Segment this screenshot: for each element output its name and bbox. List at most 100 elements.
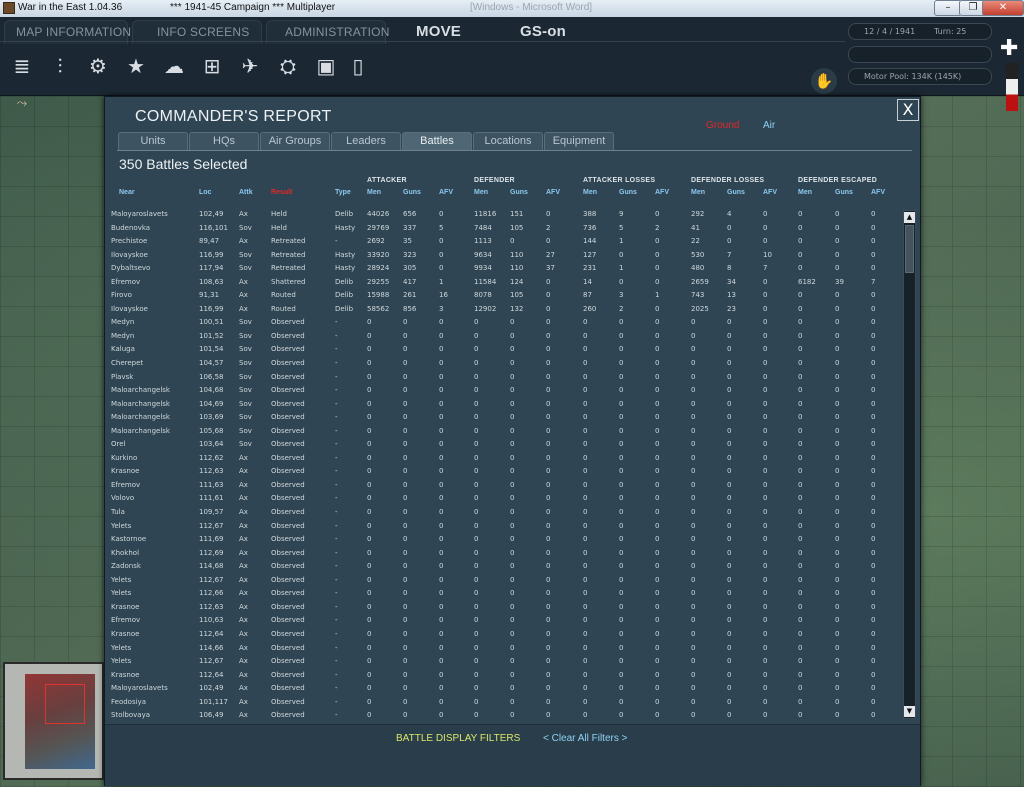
table-row[interactable]: Cherepet 104,57 Sov Observed - 0 0 0 0 0 0 0 0 0 0 0 0 0 0… <box>105 357 900 371</box>
table-scrollbar[interactable]: ▲ ▼ <box>903 210 916 719</box>
table-row[interactable]: Tula 109,57 Ax Observed - 0 0 0 0 0 0 0 0 0 0 0 0 0 0 0 <box>105 506 900 520</box>
table-row[interactable]: Krasnoe 112,64 Ax Observed - 0 0 0 0 0 0 0 0 0 0 0 0 0 0 0 <box>105 628 900 642</box>
table-row[interactable]: Maloarchangelsk 104,69 Sov Observed - 0 0 0 0 0 0 0… <box>105 398 900 412</box>
table-row[interactable]: Ilovayskoe 116,99 Ax Routed Delib 58562 856 3 12… <box>105 303 900 317</box>
air-toggle[interactable]: Air <box>763 120 775 131</box>
menu-info-screens[interactable]: INFO SCREENS <box>157 25 249 39</box>
col-header-result[interactable]: Result <box>271 189 292 196</box>
table-row[interactable]: Maloarchangelsk 104,68 Sov Observed - 0 0 0 0 0 0 0… <box>105 384 900 398</box>
doc-icon[interactable]: ▯ <box>344 52 372 80</box>
table-row[interactable]: Firovo 91,31 Ax Routed Delib 15988 261 16 8078 10… <box>105 289 900 303</box>
report-close-button[interactable]: X <box>897 99 919 121</box>
path-icon[interactable]: ⤳ <box>10 96 34 116</box>
col-header-defl-afv[interactable]: AFV <box>763 189 777 196</box>
window-close-button[interactable]: ✕ <box>982 0 1024 16</box>
col-header-att-guns[interactable]: Guns <box>403 189 421 196</box>
col-header-attl-guns[interactable]: Guns <box>619 189 637 196</box>
col-header-defl-men[interactable]: Men <box>691 189 705 196</box>
table-row[interactable]: Kaluga 101,54 Sov Observed - 0 0 0 0 0 0 0 0 0 0 0 0 0 0 0 <box>105 343 900 357</box>
scroll-thumb[interactable] <box>905 225 914 273</box>
col-header-esc-guns[interactable]: Guns <box>835 189 853 196</box>
table-row[interactable]: Krasnoe 112,64 Ax Observed - 0 0 0 0 0 0 0 0 0 0 0 0 0 0 0 <box>105 669 900 683</box>
table-row[interactable]: Prechistoe 89,47 Ax Retreated - 2692 35 0 1113 0 0… <box>105 235 900 249</box>
table-row[interactable]: Yelets 114,66 Ax Observed - 0 0 0 0 0 0 0 0 0 0 0 0 0 0 0 <box>105 642 900 656</box>
air-icon[interactable]: ✈ <box>236 52 264 80</box>
tab-equipment[interactable]: Equipment <box>544 132 614 150</box>
star-icon[interactable]: ★ <box>122 52 150 80</box>
table-row[interactable]: Krasnoe 112,63 Ax Observed - 0 0 0 0 0 0 0 0 0 0 0 0 0 0 0 <box>105 465 900 479</box>
table-row[interactable]: Yelets 112,66 Ax Observed - 0 0 0 0 0 0 0 0 0 0 0 0 0 0 0 <box>105 587 900 601</box>
table-row[interactable]: Yelets 112,67 Ax Observed - 0 0 0 0 0 0 0 0 0 0 0 0 0 0 0 <box>105 520 900 534</box>
clear-all-filters-button[interactable]: < Clear All Filters > <box>543 733 627 744</box>
col-header-att-afv[interactable]: AFV <box>439 189 453 196</box>
col-header-attl-afv[interactable]: AFV <box>655 189 669 196</box>
mode-label[interactable]: MOVE <box>416 23 461 40</box>
cell-esc-afv: 0 <box>871 535 876 544</box>
cell-attk: Sov <box>239 264 252 273</box>
table-row[interactable]: Volovo 111,61 Ax Observed - 0 0 0 0 0 0 0 0 0 0 0 0 0 0 0 <box>105 492 900 506</box>
table-row[interactable]: Kastornoe 111,69 Ax Observed - 0 0 0 0 0 0 0 0 0 0 0 0 0 0… <box>105 533 900 547</box>
table-row[interactable]: Dybaltsevo 117,94 Sov Retreated Hasty 28924 30… <box>105 262 900 276</box>
unit-bars-icon[interactable]: ⫶ <box>46 52 74 80</box>
col-header-att-men[interactable]: Men <box>367 189 381 196</box>
table-row[interactable]: Orel 103,64 Sov Observed - 0 0 0 0 0 0 0 0 0 0 0 0 0 0 0 <box>105 438 900 452</box>
table-row[interactable]: Plavsk 106,58 Sov Observed - 0 0 0 0 0 0 0 0 0 0 0 0 0 0 0 <box>105 371 900 385</box>
col-header-def-men[interactable]: Men <box>474 189 488 196</box>
col-header-near[interactable]: Near <box>119 189 135 196</box>
minimap[interactable] <box>3 662 104 780</box>
col-header-attk[interactable]: Attk <box>239 189 253 196</box>
tab-units[interactable]: Units <box>118 132 188 150</box>
table-row[interactable]: Budenovka 116,101 Sov Held Hasty 29769 337 5 748… <box>105 222 900 236</box>
gs-toggle[interactable]: GS-on <box>520 23 566 40</box>
table-row[interactable]: Efremov 110,63 Ax Observed - 0 0 0 0 0 0 0 0 0 0 0 0 0 0 0 <box>105 614 900 628</box>
cell-esc-men: 0 <box>798 372 803 381</box>
cell-esc-afv: 0 <box>871 467 876 476</box>
col-header-attl-men[interactable]: Men <box>583 189 597 196</box>
table-row[interactable]: Kurkino 112,62 Ax Observed - 0 0 0 0 0 0 0 0 0 0 0 0 0 0 0 <box>105 452 900 466</box>
rail-icon[interactable]: ⛭ <box>274 52 302 80</box>
battle-display-filters-button[interactable]: BATTLE DISPLAY FILTERS <box>396 733 520 744</box>
table-row[interactable]: Ilovayskoe 116,99 Sov Retreated Hasty 33920 32… <box>105 249 900 263</box>
menu-administration[interactable]: ADMINISTRATION <box>285 25 390 39</box>
gear-icon[interactable]: ⚙ <box>84 52 112 80</box>
col-header-def-guns[interactable]: Guns <box>510 189 528 196</box>
table-row[interactable]: Yelets 112,67 Ax Observed - 0 0 0 0 0 0 0 0 0 0 0 0 0 0 0 <box>105 574 900 588</box>
table-row[interactable]: Maloarchangelsk 103,69 Sov Observed - 0 0 0 0 0 0 0… <box>105 411 900 425</box>
scroll-down-button[interactable]: ▼ <box>904 706 915 717</box>
tab-battles[interactable]: Battles <box>402 132 472 150</box>
tab-leaders[interactable]: Leaders <box>331 132 401 150</box>
supply-icon[interactable]: ▣ <box>312 52 340 80</box>
minimize-button[interactable]: – <box>934 0 962 16</box>
hand-icon[interactable]: ✋ <box>811 68 837 94</box>
tab-hqs[interactable]: HQs <box>189 132 259 150</box>
grid-icon[interactable]: ⊞ <box>198 52 226 80</box>
table-row[interactable]: Maloyaroslavets 102,49 Ax Held Delib 44026 656… <box>105 208 900 222</box>
table-row[interactable]: Yelets 112,67 Ax Observed - 0 0 0 0 0 0 0 0 0 0 0 0 0 0 0 <box>105 655 900 669</box>
tab-locations[interactable]: Locations <box>473 132 543 150</box>
table-row[interactable]: Maloarchangelsk 105,68 Sov Observed - 0 0 0 0 0 0 0… <box>105 425 900 439</box>
col-header-defl-guns[interactable]: Guns <box>727 189 745 196</box>
table-row[interactable]: Khokhol 112,69 Ax Observed - 0 0 0 0 0 0 0 0 0 0 0 0 0 0 0 <box>105 547 900 561</box>
layers-icon[interactable]: ≣ <box>8 52 36 80</box>
col-header-def-afv[interactable]: AFV <box>546 189 560 196</box>
table-row[interactable]: Zadonsk 114,68 Ax Observed - 0 0 0 0 0 0 0 0 0 0 0 0 0 0 0 <box>105 560 900 574</box>
table-row[interactable]: Medyn 100,51 Sov Observed - 0 0 0 0 0 0 0 0 0 0 0 0 0 0 0 <box>105 316 900 330</box>
table-row[interactable]: Maloyaroslavets 102,49 Ax Observed - 0 0 0 0 0 0 0 0… <box>105 682 900 696</box>
col-header-esc-afv[interactable]: AFV <box>871 189 885 196</box>
minimap-viewport[interactable] <box>45 684 85 724</box>
col-header-loc[interactable]: Loc <box>199 189 211 196</box>
table-row[interactable]: Medyn 101,52 Sov Observed - 0 0 0 0 0 0 0 0 0 0 0 0 0 0 0 <box>105 330 900 344</box>
cell-def-guns: 0 <box>510 372 515 381</box>
ground-toggle[interactable]: Ground <box>706 120 739 131</box>
table-row[interactable]: Efremov 108,63 Ax Shattered Delib 29255 417 1 11… <box>105 276 900 290</box>
col-header-type[interactable]: Type <box>335 189 351 196</box>
col-header-esc-men[interactable]: Men <box>798 189 812 196</box>
table-row[interactable]: Efremov 111,63 Ax Observed - 0 0 0 0 0 0 0 0 0 0 0 0 0 0 0 <box>105 479 900 493</box>
table-row[interactable]: Stolbovaya 106,49 Ax Observed - 0 0 0 0 0 0 0 0 0 0 0 0 0… <box>105 709 900 719</box>
menu-map-information[interactable]: MAP INFORMATION <box>16 25 131 39</box>
tab-air-groups[interactable]: Air Groups <box>260 132 330 150</box>
table-row[interactable]: Krasnoe 112,63 Ax Observed - 0 0 0 0 0 0 0 0 0 0 0 0 0 0 0 <box>105 601 900 615</box>
weather-icon[interactable]: ☁ <box>160 52 188 80</box>
scroll-up-button[interactable]: ▲ <box>904 212 915 223</box>
table-row[interactable]: Feodosiya 101,117 Ax Observed - 0 0 0 0 0 0 0 0 0 0 0 0 0… <box>105 696 900 710</box>
